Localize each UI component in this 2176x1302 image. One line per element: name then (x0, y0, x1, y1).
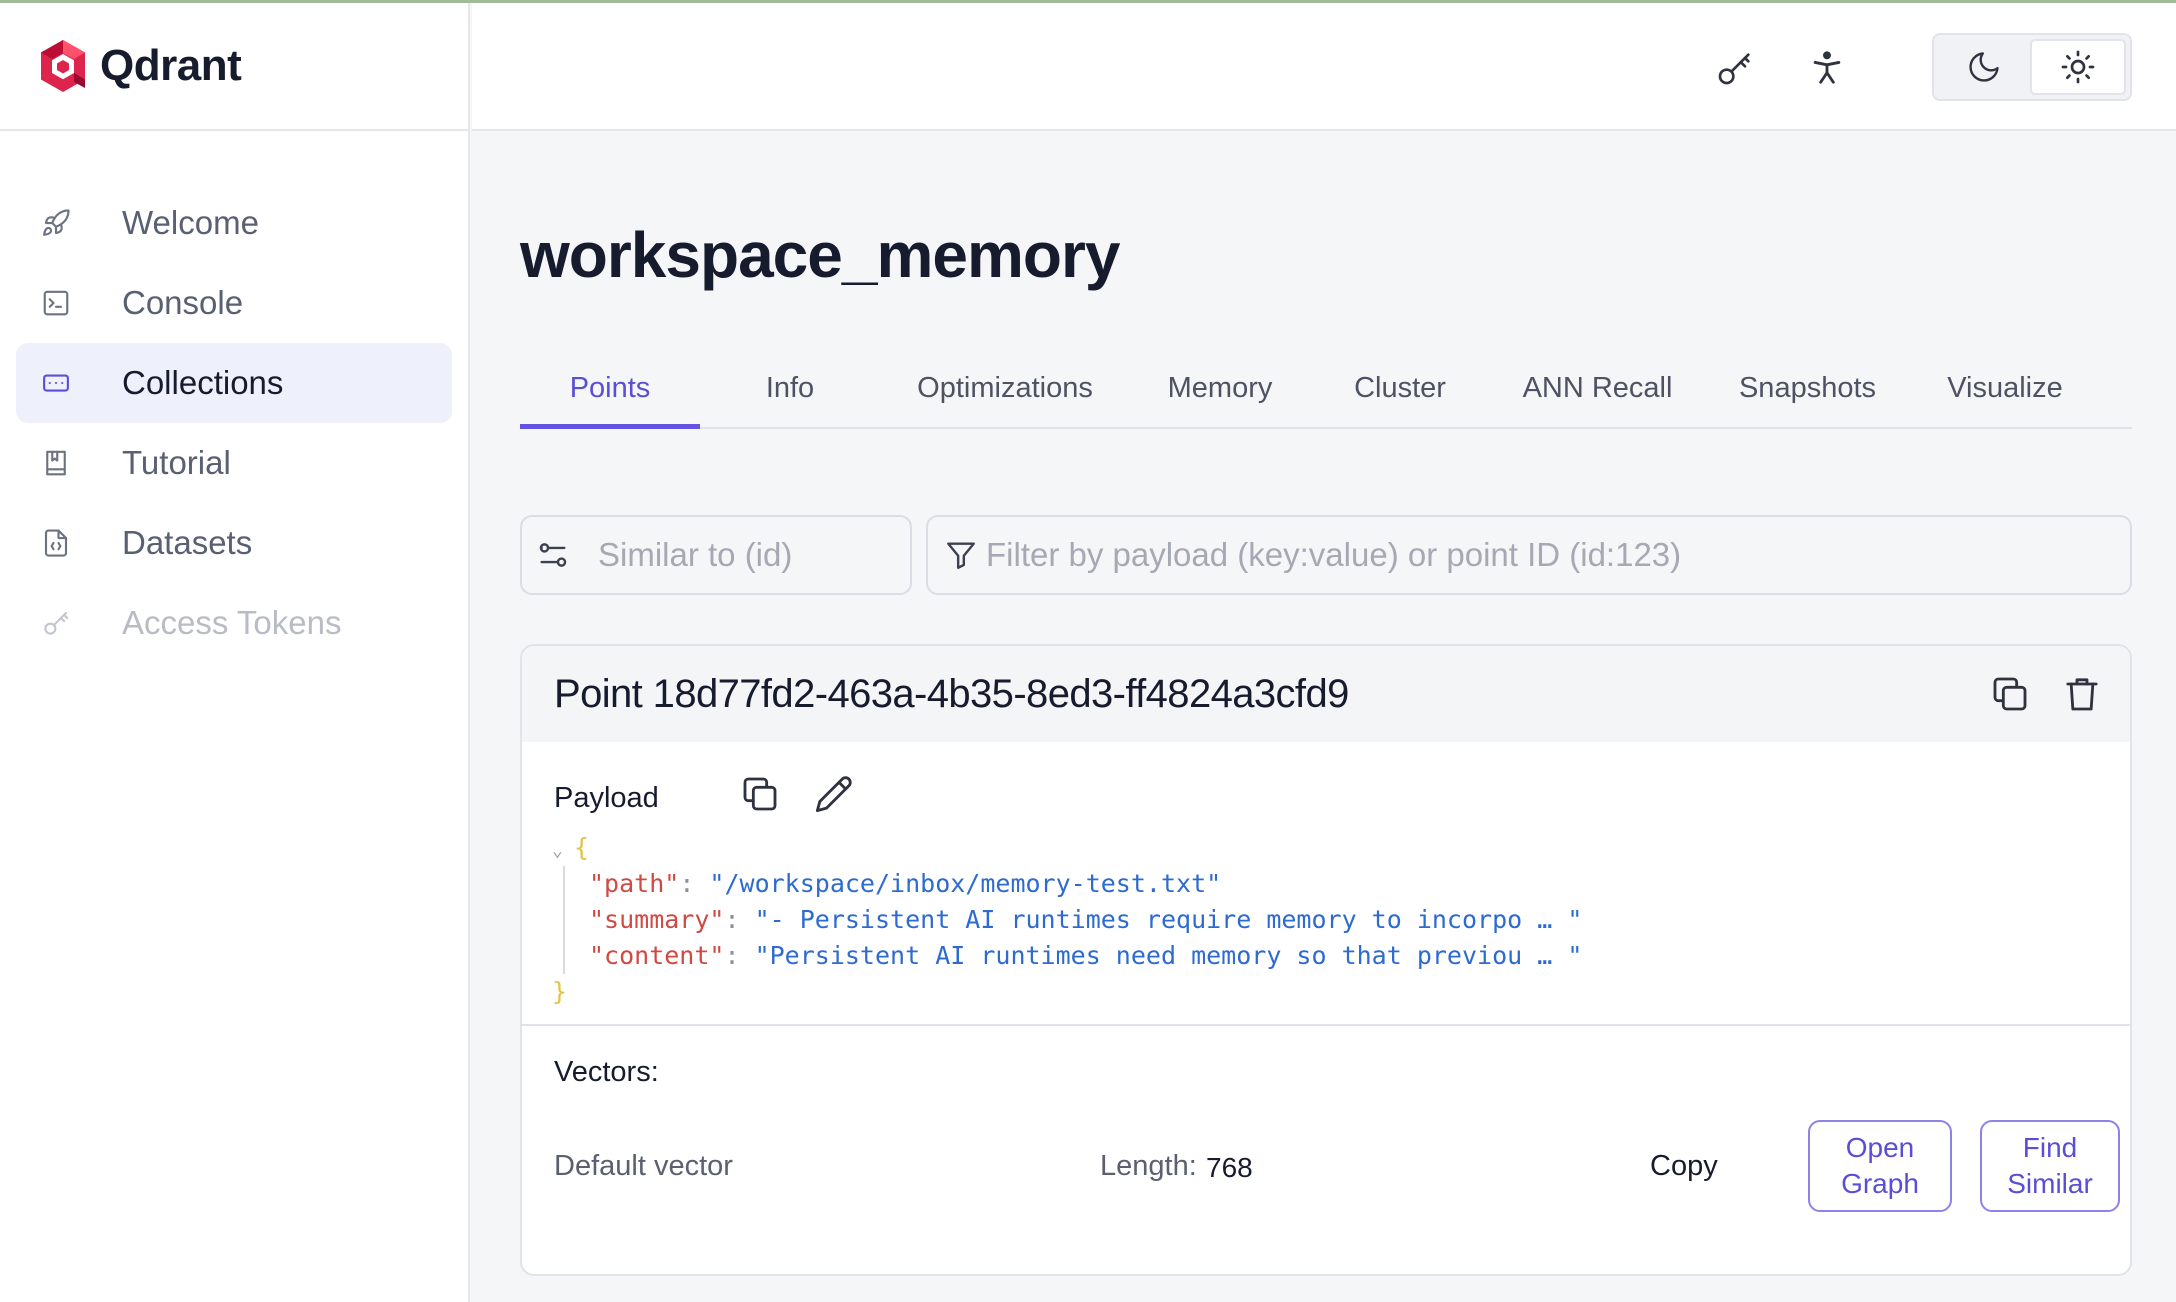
top-header (472, 3, 2176, 131)
brand[interactable]: Qdrant (0, 3, 468, 131)
tab-visualize[interactable]: Visualize (1910, 347, 2100, 429)
key-icon (1718, 53, 1750, 85)
accessibility-button[interactable] (1800, 41, 1854, 95)
sidebar-item-label: Tutorial (122, 444, 231, 481)
json-key: "summary" (589, 905, 725, 934)
book-icon (40, 447, 72, 479)
json-entry: "summary": "- Persistent AI runtimes req… (589, 905, 1583, 934)
json-value[interactable]: "Persistent AI runtimes need memory so t… (755, 941, 1583, 970)
sidebar-item-datasets[interactable]: Datasets (16, 503, 452, 583)
vector-name: Default vector (554, 1150, 733, 1182)
payload-label: Payload (554, 782, 659, 814)
delete-point-button[interactable] (2060, 672, 2104, 716)
vector-row: Default vector Length: 768 Copy Open Gra… (554, 1120, 2120, 1216)
api-key-button[interactable] (1708, 41, 1762, 95)
sidebar-item-label: Collections (122, 364, 284, 401)
qdrant-logo-icon (41, 40, 85, 92)
page-title: workspace_memory (520, 219, 1120, 291)
sidebar-item-label: Welcome (122, 204, 259, 241)
point-title: Point 18d77fd2-463a-4b35-8ed3-ff4824a3cf… (554, 671, 1349, 716)
find-similar-button[interactable]: Find Similar (1980, 1120, 2120, 1212)
filter-input[interactable] (986, 517, 2130, 593)
similar-to-input[interactable] (598, 517, 910, 593)
tab-points[interactable]: Points (520, 347, 700, 429)
json-entry: "path": "/workspace/inbox/memory-test.tx… (589, 869, 1222, 898)
filter-icon (947, 542, 975, 569)
sidebar-item-label: Access Tokens (122, 604, 342, 641)
json-close-brace: } (552, 977, 568, 1006)
vector-length-value: 768 (1206, 1152, 1253, 1183)
json-value[interactable]: "/workspace/inbox/memory-test.txt" (709, 869, 1221, 898)
light-theme-option[interactable] (2030, 39, 2126, 95)
key-icon (40, 607, 72, 639)
copy-icon (1993, 677, 2027, 711)
moon-icon (1969, 52, 1999, 82)
tab-optimizations[interactable]: Optimizations (880, 347, 1130, 429)
file-code-icon (40, 527, 72, 559)
accessibility-icon (1813, 51, 1841, 84)
main-content: workspace_memory Points Info Optimizatio… (520, 131, 2132, 1276)
trash-icon (2066, 678, 2098, 711)
collection-icon (40, 367, 72, 399)
tab-cluster[interactable]: Cluster (1310, 347, 1490, 429)
copy-icon (743, 777, 777, 811)
vectors-label: Vectors: (554, 1056, 659, 1088)
pencil-icon (815, 776, 852, 813)
similar-search-box[interactable] (520, 515, 912, 595)
sun-icon (2061, 50, 2095, 84)
tab-memory[interactable]: Memory (1130, 347, 1310, 429)
tab-info[interactable]: Info (700, 347, 880, 429)
sliders-icon (539, 543, 567, 567)
dark-theme-option[interactable] (1938, 39, 2030, 95)
collapse-toggle-icon[interactable]: ⌄ (552, 833, 574, 869)
vector-length-label: Length: (1100, 1150, 1197, 1182)
payload-json-viewer: ⌄{ "path": "/workspace/inbox/memory-test… (552, 830, 1582, 1010)
tab-ann-recall[interactable]: ANN Recall (1490, 347, 1705, 429)
point-card-header: Point 18d77fd2-463a-4b35-8ed3-ff4824a3cf… (522, 646, 2130, 742)
sidebar-item-welcome[interactable]: Welcome (16, 183, 452, 263)
search-row (520, 515, 2132, 595)
copy-payload-button[interactable] (738, 772, 782, 816)
json-value[interactable]: "- Persistent AI runtimes require memory… (755, 905, 1583, 934)
payload-section: Payload ⌄{ "path": "/workspace/inbox/mem… (522, 742, 2130, 1026)
tab-snapshots[interactable]: Snapshots (1705, 347, 1910, 429)
sidebar-item-label: Console (122, 284, 244, 321)
rocket-icon (40, 207, 72, 239)
collection-tabs: Points Info Optimizations Memory Cluster… (520, 347, 2132, 429)
json-key: "path" (589, 869, 680, 898)
copy-vector-button[interactable]: Copy (1650, 1150, 1718, 1183)
copy-point-button[interactable] (1988, 672, 2032, 716)
sidebar-item-access-tokens[interactable]: Access Tokens (16, 583, 452, 663)
sidebar-item-label: Datasets (122, 524, 253, 561)
filter-search-box[interactable] (926, 515, 2132, 595)
sidebar-item-collections[interactable]: Collections (16, 343, 452, 423)
json-entry: "content": "Persistent AI runtimes need … (589, 941, 1583, 970)
point-card: Point 18d77fd2-463a-4b35-8ed3-ff4824a3cf… (520, 644, 2132, 1276)
open-graph-button[interactable]: Open Graph (1808, 1120, 1952, 1212)
edit-payload-button[interactable] (812, 772, 856, 816)
sidebar-item-console[interactable]: Console (16, 263, 452, 343)
sidebar-item-tutorial[interactable]: Tutorial (16, 423, 452, 503)
json-open-brace: { (574, 833, 590, 862)
sidebar-nav: Welcome Console Collections Tutorial Dat… (0, 131, 468, 663)
theme-toggle[interactable] (1932, 33, 2132, 101)
terminal-icon (40, 287, 72, 319)
sidebar: Qdrant Welcome Console Collections Tutor… (0, 3, 470, 1302)
json-key: "content" (589, 941, 725, 970)
brand-name: Qdrant (100, 41, 242, 90)
